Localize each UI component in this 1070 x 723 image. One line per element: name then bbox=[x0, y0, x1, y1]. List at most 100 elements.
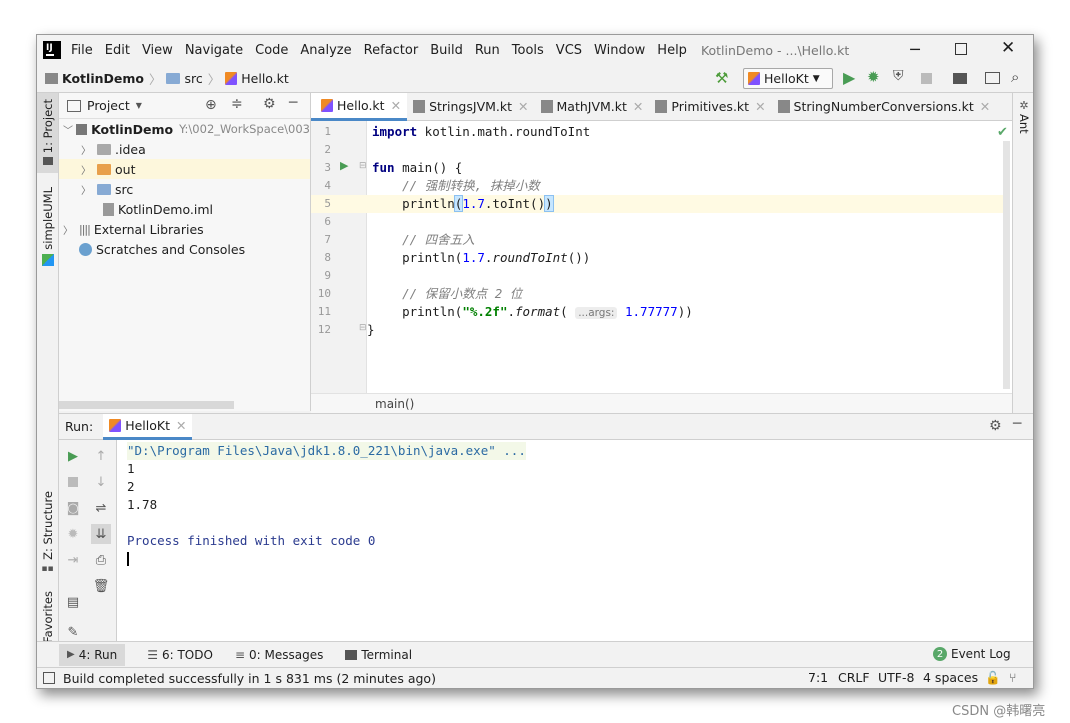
status-toggle-icon[interactable] bbox=[43, 672, 55, 684]
maximize-button[interactable] bbox=[955, 43, 967, 55]
menu-run[interactable]: Run bbox=[475, 43, 500, 58]
build-hammer-icon[interactable]: ⚒ bbox=[715, 69, 728, 87]
hide-panel-icon[interactable]: ─ bbox=[1013, 416, 1021, 432]
tree-item-out[interactable]: 〉 out bbox=[59, 159, 310, 179]
menu-code[interactable]: Code bbox=[255, 43, 288, 58]
lock-icon[interactable]: 🔓 bbox=[985, 670, 1001, 686]
pin-icon[interactable]: ✎ bbox=[63, 622, 83, 642]
tool-project[interactable]: 1: Project bbox=[37, 93, 58, 173]
tool-messages[interactable]: ≡ 0: Messages bbox=[235, 648, 323, 662]
tab-mathjvm-kt[interactable]: MathJVM.kt ✕ bbox=[535, 93, 650, 121]
close-icon[interactable]: ✕ bbox=[391, 98, 401, 113]
line-number: 11 bbox=[317, 305, 331, 318]
tab-primitives-kt[interactable]: Primitives.kt ✕ bbox=[649, 93, 771, 121]
tree-item-idea[interactable]: 〉 .idea bbox=[59, 139, 310, 159]
tab-stringsjvm-kt[interactable]: StringsJVM.kt ✕ bbox=[407, 93, 534, 121]
debug-icon[interactable]: ✹ bbox=[867, 68, 880, 86]
gear-icon[interactable]: ⚙ bbox=[989, 418, 1002, 434]
console-output[interactable]: "D:\Program Files\Java\jdk1.8.0_221\bin\… bbox=[121, 440, 1021, 642]
restore-layout-icon[interactable]: ⇥ bbox=[63, 550, 83, 570]
caret-position[interactable]: 7:1 bbox=[808, 670, 828, 685]
stop-icon[interactable] bbox=[921, 73, 932, 84]
project-hscrollbar[interactable] bbox=[59, 401, 234, 409]
print-icon[interactable]: ⎙ bbox=[91, 550, 111, 570]
run-gutter-icon[interactable]: ▶ bbox=[340, 159, 348, 172]
debug-settings-icon[interactable]: ✹ bbox=[63, 524, 83, 544]
code-area[interactable]: import kotlin.math.roundToInt fun main()… bbox=[367, 121, 1003, 393]
camera-icon[interactable]: ◙ bbox=[63, 498, 83, 518]
locate-icon[interactable]: ⊕ bbox=[205, 97, 217, 113]
menu-tools[interactable]: Tools bbox=[512, 43, 544, 58]
nav-file[interactable]: Hello.kt bbox=[241, 71, 289, 86]
stop-icon[interactable] bbox=[63, 472, 83, 492]
coverage-icon[interactable]: ⛨ bbox=[893, 68, 904, 84]
indent-setting[interactable]: 4 spaces bbox=[923, 670, 978, 685]
tab-hello-kt[interactable]: Hello.kt ✕ bbox=[311, 92, 408, 121]
hide-panel-icon[interactable]: ─ bbox=[289, 95, 297, 111]
rerun-icon[interactable]: ▶ bbox=[63, 446, 83, 466]
menu-vcs[interactable]: VCS bbox=[556, 43, 582, 58]
status-message[interactable]: Build completed successfully in 1 s 831 … bbox=[63, 671, 436, 686]
close-icon[interactable]: ✕ bbox=[755, 99, 765, 114]
close-icon[interactable]: ✕ bbox=[980, 99, 990, 114]
scroll-up-icon[interactable]: ↑ bbox=[91, 446, 111, 466]
trash-icon[interactable]: 🗑 bbox=[91, 576, 111, 596]
scroll-down-icon[interactable]: ↓ bbox=[91, 472, 111, 492]
close-icon[interactable]: ✕ bbox=[176, 418, 186, 433]
run-tab-hellokt[interactable]: HelloKt ✕ bbox=[103, 413, 193, 440]
tool-ant[interactable]: ✲ Ant bbox=[1015, 99, 1033, 134]
tree-item-src[interactable]: 〉 src bbox=[59, 179, 310, 199]
chevron-down-icon[interactable]: ﹀ bbox=[63, 122, 76, 137]
menu-navigate[interactable]: Navigate bbox=[185, 43, 243, 58]
inspection-ok-icon[interactable]: ✔ bbox=[997, 125, 1008, 140]
project-view-select[interactable]: Project bbox=[87, 98, 130, 113]
run-icon[interactable]: ▶ bbox=[843, 68, 855, 87]
file-encoding[interactable]: UTF-8 bbox=[878, 670, 914, 685]
search-icon[interactable]: ⌕ bbox=[1011, 68, 1019, 86]
menu-analyze[interactable]: Analyze bbox=[300, 43, 351, 58]
close-icon[interactable]: ✕ bbox=[518, 99, 528, 114]
menu-edit[interactable]: Edit bbox=[105, 43, 130, 58]
tool-terminal[interactable]: Terminal bbox=[345, 648, 412, 662]
tree-item-iml[interactable]: KotlinDemo.iml bbox=[59, 199, 310, 219]
close-window-button[interactable]: ✕ bbox=[1001, 38, 1015, 58]
menu-file[interactable]: File bbox=[71, 43, 93, 58]
nav-project[interactable]: KotlinDemo bbox=[62, 71, 144, 86]
menu-refactor[interactable]: Refactor bbox=[364, 43, 419, 58]
chevron-right-icon[interactable]: 〉 bbox=[81, 142, 97, 157]
tab-stringnumberconversions-kt[interactable]: StringNumberConversions.kt ✕ bbox=[772, 93, 997, 121]
tree-item-scratches[interactable]: Scratches and Consoles bbox=[59, 239, 310, 259]
gear-icon[interactable]: ⚙ bbox=[263, 96, 276, 112]
git-branch-icon[interactable]: ⑂ bbox=[1009, 670, 1017, 685]
line-separator[interactable]: CRLF bbox=[838, 670, 870, 685]
menu-window[interactable]: Window bbox=[594, 43, 645, 58]
soft-wrap-icon[interactable]: ⇌ bbox=[91, 498, 111, 518]
chevron-down-icon[interactable]: ▼ bbox=[136, 101, 142, 110]
fold-icon[interactable]: ⊟ bbox=[359, 323, 367, 333]
layout-icon[interactable]: ▤ bbox=[63, 592, 83, 612]
run-config-select[interactable]: HelloKt ▼ bbox=[743, 68, 833, 89]
editor-vscrollbar[interactable] bbox=[1003, 141, 1010, 389]
breadcrumb-main[interactable]: main() bbox=[375, 397, 414, 411]
tool-event-log[interactable]: 2 Event Log bbox=[933, 647, 1011, 661]
tool-simpleuml[interactable]: simpleUML bbox=[37, 187, 58, 277]
scroll-to-end-icon[interactable]: ⇊ bbox=[91, 524, 111, 544]
tool-structure[interactable]: Z: Structure ▪▪ bbox=[37, 491, 58, 574]
chevron-right-icon[interactable]: 〉 bbox=[63, 222, 79, 237]
tool-todo[interactable]: ☰ 6: TODO bbox=[147, 648, 213, 662]
fold-icon[interactable]: ⊟ bbox=[359, 161, 367, 171]
tool-run[interactable]: ▶ 4: Run bbox=[59, 643, 126, 666]
tree-item-external-libraries[interactable]: 〉 |||| External Libraries bbox=[59, 219, 310, 239]
menu-build[interactable]: Build bbox=[430, 43, 463, 58]
minimize-button[interactable]: ─ bbox=[905, 40, 925, 60]
chevron-right-icon[interactable]: 〉 bbox=[81, 182, 97, 197]
menu-help[interactable]: Help bbox=[657, 43, 687, 58]
collapse-all-icon[interactable]: ≑ bbox=[231, 96, 243, 112]
nav-folder[interactable]: src bbox=[184, 71, 202, 86]
menu-view[interactable]: View bbox=[142, 43, 173, 58]
project-structure-icon[interactable] bbox=[953, 73, 967, 84]
tree-item-root[interactable]: ﹀ KotlinDemo Y:\002_WorkSpace\003 bbox=[59, 119, 310, 139]
terminal-icon[interactable] bbox=[985, 72, 1000, 84]
chevron-right-icon[interactable]: 〉 bbox=[81, 162, 97, 177]
close-icon[interactable]: ✕ bbox=[633, 99, 643, 114]
